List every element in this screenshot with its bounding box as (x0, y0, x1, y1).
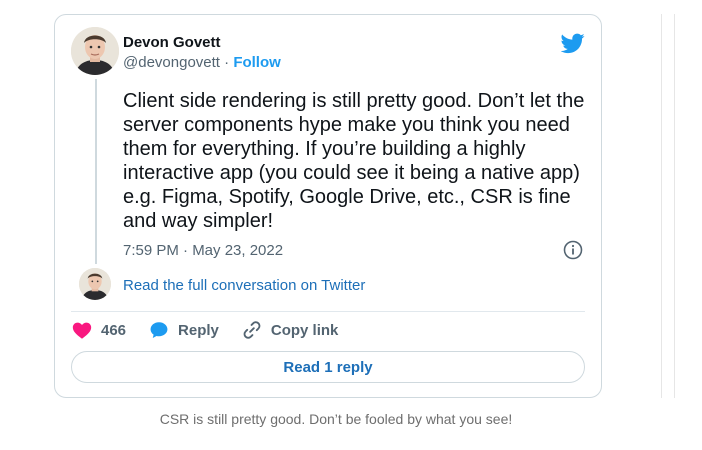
speech-bubble-icon (150, 322, 168, 338)
copy-link-label: Copy link (270, 321, 339, 339)
heart-icon (72, 322, 92, 339)
thread-connector-line (95, 79, 97, 264)
read-replies-button[interactable]: Read 1 reply (71, 351, 585, 383)
author-handle[interactable]: @devongovett (123, 54, 220, 71)
read-full-conversation-link[interactable]: Read the full conversation on Twitter (123, 276, 365, 296)
author-avatar[interactable] (71, 27, 119, 75)
info-icon[interactable] (562, 239, 584, 261)
follow-link[interactable]: Follow (233, 54, 281, 71)
like-count: 466 (101, 321, 127, 339)
like-button[interactable]: 466 (71, 319, 126, 341)
handle-separator: · (224, 54, 230, 71)
reply-label: Reply (178, 321, 219, 339)
twitter-bird-icon[interactable] (561, 31, 585, 55)
tweet-actions-bar: 466 Reply Copy link (71, 318, 360, 342)
tweet-timestamp[interactable]: 7:59 PM · May 23, 2022 (123, 241, 283, 261)
author-avatar-small[interactable] (79, 268, 111, 300)
adjacent-panel-edge (661, 14, 675, 398)
tweet-text: Client side rendering is still pretty go… (123, 90, 585, 232)
reply-button[interactable]: Reply (148, 319, 219, 341)
actions-divider (71, 311, 585, 312)
link-icon (243, 321, 261, 339)
figure-caption: CSR is still pretty good. Don’t be foole… (159, 411, 513, 427)
embedded-tweet-card: Devon Govett @devongovett · Follow Clien… (54, 14, 602, 398)
author-name[interactable]: Devon Govett (123, 33, 221, 53)
copy-link-button[interactable]: Copy link (241, 319, 339, 341)
author-handle-row: @devongovett · Follow (123, 53, 281, 73)
